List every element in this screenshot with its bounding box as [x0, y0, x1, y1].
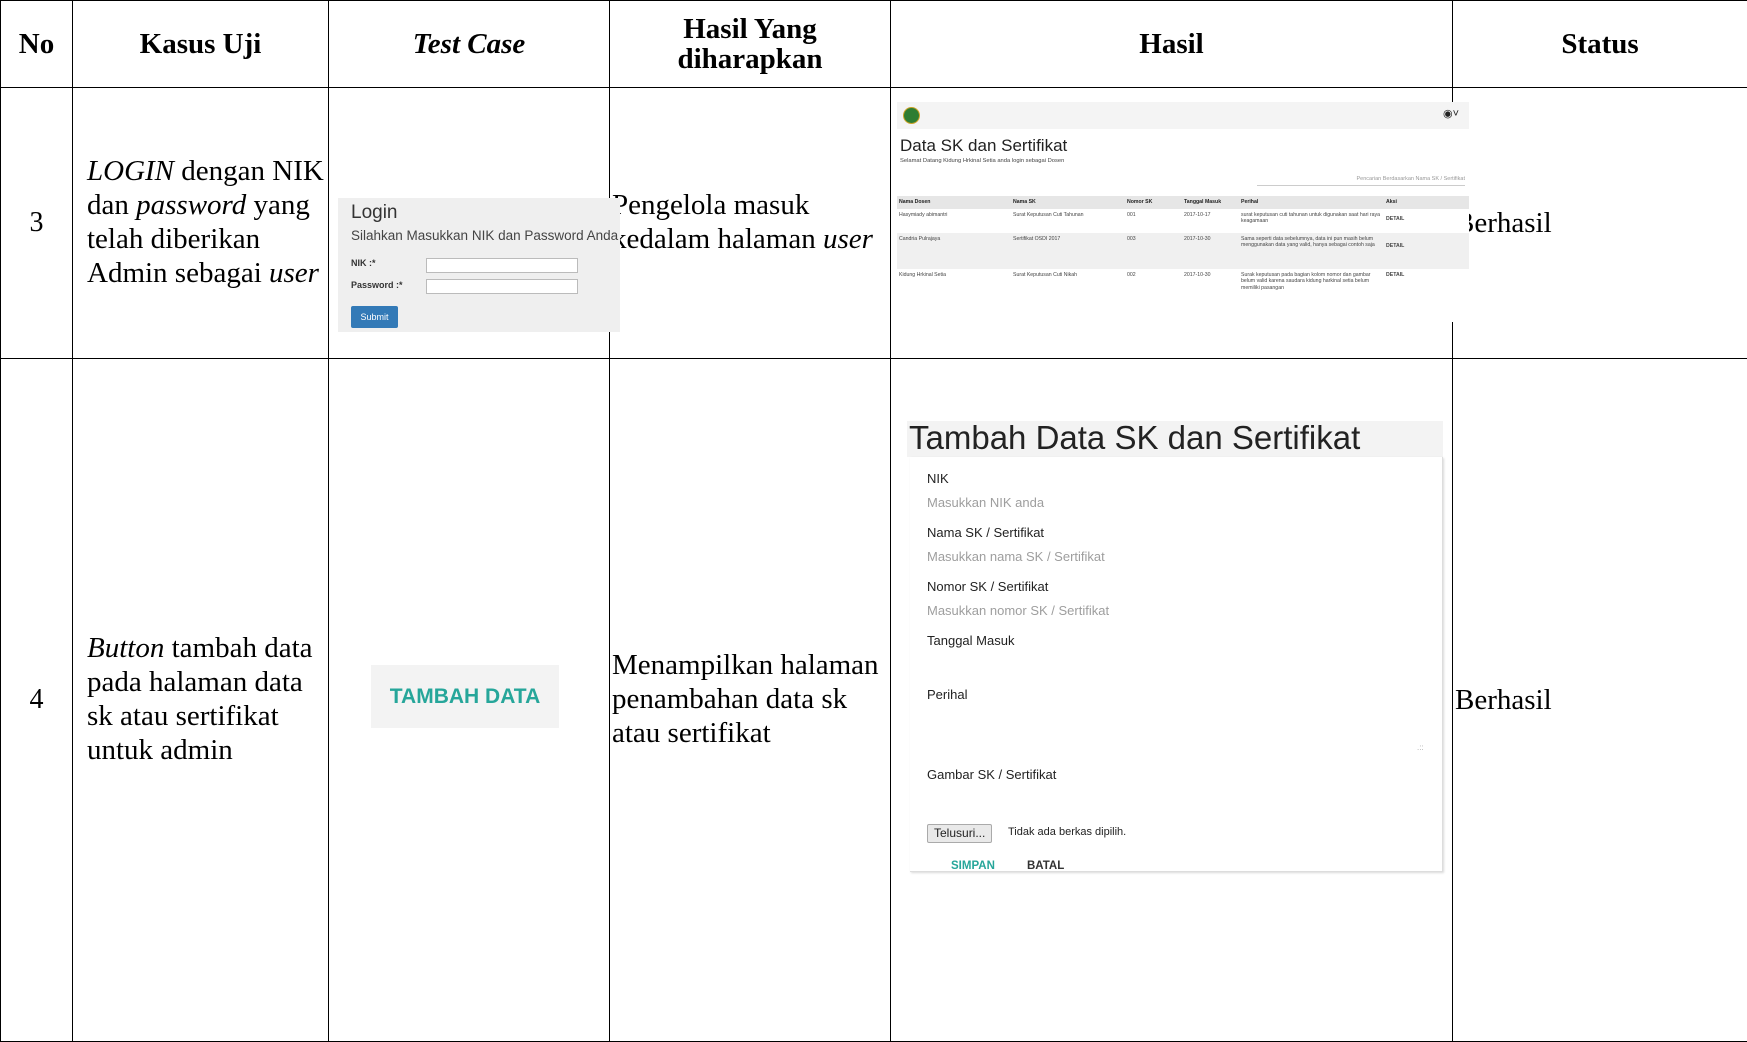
login-screenshot: Login Silahkan Masukkan NIK dan Password…	[338, 198, 620, 332]
header-hasil-yang-diharapkan: Hasil Yang diharapkan	[610, 1, 891, 88]
no-file-text: Tidak ada berkas dipilih.	[1008, 826, 1126, 838]
nik-field[interactable]: Masukkan NIK anda	[927, 495, 1044, 510]
header-row: No Kasus Uji Test Case Hasil Yang dihara…	[1, 1, 1747, 88]
cell: Surat Keputusan Cuti Tahunan	[1011, 209, 1125, 233]
user-circle-icon[interactable]: ◉˅	[1443, 107, 1459, 120]
nik-input[interactable]	[426, 258, 578, 273]
resize-handle-icon[interactable]: .::	[1417, 743, 1424, 752]
row-number: 4	[1, 359, 73, 1042]
simpan-button[interactable]: SIMPAN	[951, 860, 995, 872]
nama-label: Nama SK / Sertifikat	[927, 525, 1044, 540]
nik-label: NIK	[927, 471, 949, 486]
cell: 003	[1125, 233, 1182, 269]
col-header: Nama SK	[1011, 196, 1125, 209]
cell: Candria Pulrajaya	[897, 233, 1011, 269]
header-status: Status	[1453, 1, 1747, 88]
submit-button[interactable]: Submit	[351, 306, 398, 328]
cell: Sertifikat OSDI 2017	[1011, 233, 1125, 269]
cell: Kidung Hrkinal Setia	[897, 269, 1011, 309]
expected-text: Pengelola masuk kedalam halaman	[612, 189, 823, 255]
kasus-italic: user	[269, 257, 319, 289]
user-page-screenshot-wrap: ◉˅ Data SK dan Sertifikat Selamat Datang…	[891, 88, 1452, 358]
password-input[interactable]	[426, 279, 578, 294]
cell: 002	[1125, 269, 1182, 309]
cell: 2017-10-17	[1182, 209, 1239, 233]
perihal-label: Perihal	[927, 687, 967, 702]
col-header: Aksi	[1384, 196, 1469, 209]
sk-table-header: Nama Dosen Nama SK Nomor SK Tanggal Masu…	[897, 196, 1469, 209]
hasil-cell: ◉˅ Data SK dan Sertifikat Selamat Datang…	[891, 88, 1453, 359]
form-screenshot: Tambah Data SK dan Sertifikat NIK Masukk…	[907, 421, 1443, 873]
table-row: Hasymiady abimantri Surat Keputusan Cuti…	[897, 209, 1469, 233]
expected-cell: Menampilkan halaman penambahan data sk a…	[610, 359, 891, 1042]
nomor-label: Nomor SK / Sertifikat	[927, 579, 1048, 594]
header-diharapkan: diharapkan	[677, 43, 822, 75]
col-header: Tanggal Masuk	[1182, 196, 1239, 209]
col-header: Nama Dosen	[897, 196, 1011, 209]
login-screenshot-wrap: Login Silahkan Masukkan NIK dan Password…	[329, 88, 609, 358]
cell: surat keputusan cuti tahunan untuk digun…	[1239, 209, 1384, 233]
form-title: Tambah Data SK dan Sertifikat	[907, 421, 1443, 457]
kasus-italic: LOGIN	[87, 155, 174, 187]
logo	[903, 107, 920, 124]
tambah-data-button[interactable]: TAMBAH DATA	[371, 665, 559, 728]
test-case-cell: Login Silahkan Masukkan NIK dan Password…	[329, 88, 610, 359]
status-cell: Berhasil	[1453, 359, 1747, 1042]
user-page-screenshot: ◉˅ Data SK dan Sertifikat Selamat Datang…	[897, 102, 1469, 322]
header-test-case: Test Case	[329, 1, 610, 88]
table-row: 4 Button tambah data pada halaman data s…	[1, 359, 1747, 1042]
kasus-italic: Button	[87, 632, 164, 664]
nik-label: NIK :*	[351, 258, 376, 268]
tambah-button-screenshot-wrap: TAMBAH DATA	[329, 359, 609, 1041]
header-kasus-uji: Kasus Uji	[73, 1, 329, 88]
kasus-italic: password	[136, 189, 246, 221]
nama-field[interactable]: Masukkan nama SK / Sertifikat	[927, 549, 1105, 564]
login-subtitle: Silahkan Masukkan NIK dan Password Anda	[351, 228, 618, 243]
status-cell: Berhasil	[1453, 88, 1747, 359]
form-card: NIK Masukkan NIK anda Nama SK / Sertifik…	[910, 457, 1443, 872]
expected-cell: Pengelola masuk kedalam halaman user	[610, 88, 891, 359]
row-number: 3	[1, 88, 73, 359]
table-row: Kidung Hrkinal Setia Surat Keputusan Cut…	[897, 269, 1469, 309]
batal-button[interactable]: BATAL	[1027, 860, 1064, 872]
hasil-cell: Tambah Data SK dan Sertifikat NIK Masukk…	[891, 359, 1453, 1042]
cell: 001	[1125, 209, 1182, 233]
tanggal-label: Tanggal Masuk	[927, 633, 1014, 648]
col-header: Nomor SK	[1125, 196, 1182, 209]
header-hasil: Hasil	[891, 1, 1453, 88]
kasus-uji-cell: LOGIN dengan NIK dan password yang telah…	[73, 88, 329, 359]
header-hasil-yang: Hasil Yang	[683, 13, 817, 45]
page-title: Data SK dan Sertifikat	[900, 136, 1067, 156]
cell: Surat Keputusan Cuti Nikah	[1011, 269, 1125, 309]
detail-link[interactable]: DETAIL	[1384, 209, 1469, 233]
col-header: Perihal	[1239, 196, 1384, 209]
login-title: Login	[351, 202, 398, 224]
cell: Hasymiady abimantri	[897, 209, 1011, 233]
header-no: No	[1, 1, 73, 88]
table-row: 3 LOGIN dengan NIK dan password yang tel…	[1, 88, 1747, 359]
test-case-table: No Kasus Uji Test Case Hasil Yang dihara…	[0, 0, 1747, 1042]
sk-table: Nama Dosen Nama SK Nomor SK Tanggal Masu…	[897, 196, 1469, 309]
nomor-field[interactable]: Masukkan nomor SK / Sertifikat	[927, 603, 1109, 618]
cell: Surak keputusan pada bagian kolom nomor …	[1239, 269, 1384, 309]
cell: Sama seperti data sebelumnya, data ini p…	[1239, 233, 1384, 269]
search-input[interactable]: Pencarian Berdasarkan Nama SK / Sertifik…	[1257, 176, 1465, 186]
welcome-text: Selamat Datang Kidung Hrkinal Setia anda…	[900, 158, 1064, 164]
detail-link[interactable]: DETAIL	[1384, 233, 1469, 269]
password-label: Password :*	[351, 280, 403, 290]
gambar-label: Gambar SK / Sertifikat	[927, 767, 1056, 782]
cell: 2017-10-30	[1182, 233, 1239, 269]
detail-link[interactable]: DETAIL	[1384, 269, 1469, 309]
browse-button[interactable]: Telusuri...	[927, 824, 992, 843]
test-case-cell: TAMBAH DATA	[329, 359, 610, 1042]
expected-italic: user	[823, 223, 873, 255]
kasus-uji-cell: Button tambah data pada halaman data sk …	[73, 359, 329, 1042]
form-screenshot-wrap: Tambah Data SK dan Sertifikat NIK Masukk…	[891, 359, 1452, 1041]
navbar: ◉˅	[897, 102, 1469, 129]
cell: 2017-10-30	[1182, 269, 1239, 309]
table-row: Candria Pulrajaya Sertifikat OSDI 2017 0…	[897, 233, 1469, 269]
